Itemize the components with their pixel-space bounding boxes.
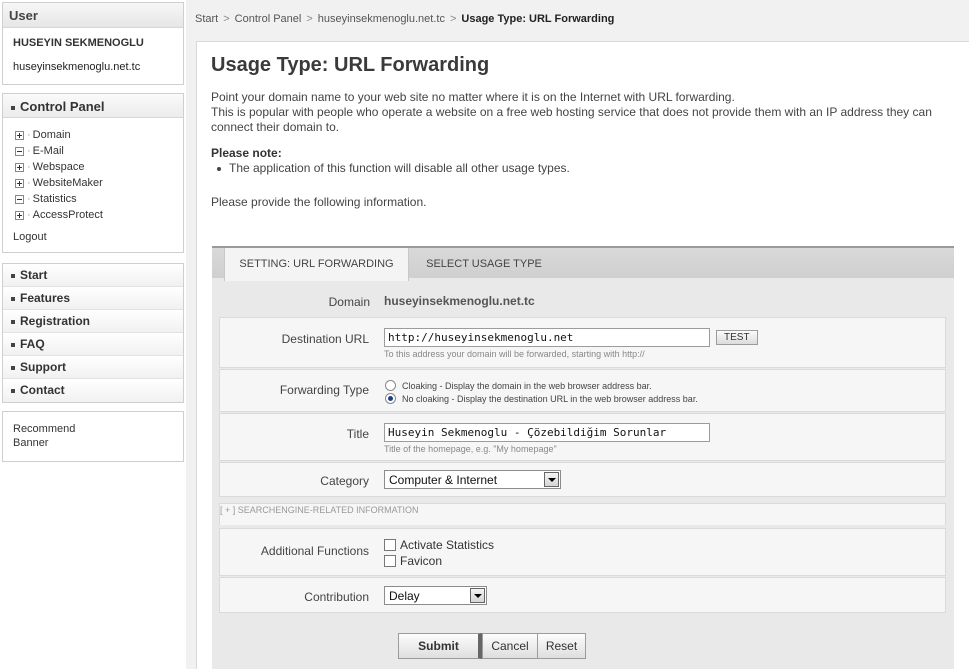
forwarding-row: Forwarding Type Cloaking - Display the d… [219, 369, 946, 412]
breadcrumb-start[interactable]: Start [195, 13, 218, 25]
title-row: Title Huseyin Sekmenoglu - Çözebildiğim … [219, 413, 946, 461]
bullet-icon [11, 105, 15, 110]
breadcrumb-separator: > [306, 13, 313, 25]
chevron-down-icon[interactable] [544, 472, 559, 487]
contribution-label: Contribution [304, 590, 369, 604]
statistics-checkbox[interactable] [384, 539, 396, 551]
breadcrumb-domain[interactable]: huseyinsekmenoglu.net.tc [318, 13, 445, 25]
tree-item-webspace[interactable]: · Webspace [15, 159, 103, 175]
user-box-header: User [3, 3, 183, 28]
form-buttons: Submit Cancel Reset [398, 633, 586, 659]
destination-url-input[interactable]: http://huseyinsekmenoglu.net [384, 328, 710, 347]
no-cloaking-radio[interactable] [385, 393, 396, 404]
test-button[interactable]: TEST [716, 330, 758, 345]
breadcrumb: Start > Control Panel > huseyinsekmenoglu.ne… [195, 13, 614, 25]
bullet-icon [11, 319, 15, 324]
breadcrumb-current: Usage Type: URL Forwarding [461, 13, 615, 25]
expand-icon[interactable] [15, 178, 24, 188]
domain-label: Domain [328, 295, 370, 309]
user-box: User HUSEYIN SEKMENOGLU huseyinsekmenogl… [2, 2, 184, 85]
bullet-icon [11, 296, 15, 301]
nav-item-start[interactable]: Start [3, 264, 183, 287]
bullet-icon [11, 273, 15, 278]
contribution-row: Contribution Delay [219, 577, 946, 613]
additional-label: Additional Functions [260, 544, 369, 558]
tree-item-websitemaker[interactable]: · WebsiteMaker [15, 175, 103, 191]
nav-item-faq[interactable]: FAQ [3, 333, 183, 356]
title-hint: Title of the homepage, e.g. "My homepage… [384, 444, 557, 454]
note-list: The application of this function will di… [217, 161, 570, 175]
tree-item-email[interactable]: · E-Mail [15, 143, 103, 159]
forwarding-label: Forwarding Type [279, 383, 369, 397]
bullet-icon [11, 365, 15, 370]
sidebar: User HUSEYIN SEKMENOGLU huseyinsekmenogl… [0, 0, 186, 669]
category-select[interactable]: Computer & Internet [384, 470, 561, 489]
page-title: Usage Type: URL Forwarding [211, 54, 490, 76]
cloaking-option[interactable]: Cloaking - Display the domain in the web… [385, 379, 698, 392]
category-row: Category Computer & Internet [219, 462, 946, 497]
expand-icon[interactable] [15, 162, 24, 172]
intro-text: Point your domain name to your web site … [211, 90, 932, 134]
logout-link[interactable]: Logout [13, 231, 47, 243]
submit-button[interactable]: Submit [398, 633, 482, 659]
title-input[interactable]: Huseyin Sekmenoglu - Çözebildiğim Sorunl… [384, 423, 710, 442]
nav-item-contact[interactable]: Contact [3, 379, 183, 402]
user-domain[interactable]: huseyinsekmenoglu.net.tc [13, 61, 140, 73]
collapse-icon[interactable] [15, 146, 24, 156]
provide-text: Please provide the following information… [211, 195, 427, 209]
title-label: Title [346, 427, 369, 441]
reset-button[interactable]: Reset [538, 633, 586, 659]
destination-hint: To this address your domain will be forw… [384, 349, 645, 359]
destination-row: Destination URL http://huseyinsekmenoglu… [219, 317, 946, 368]
favicon-option[interactable]: Favicon [384, 553, 494, 569]
nav-box: Start Features Registration FAQ Support … [2, 263, 184, 403]
bullet-icon [11, 388, 15, 393]
tab-select-usage-type[interactable]: SELECT USAGE TYPE [409, 248, 559, 280]
nav-item-support[interactable]: Support [3, 356, 183, 379]
contribution-select[interactable]: Delay [384, 586, 487, 605]
extras-box: Recommend Banner [2, 411, 184, 462]
searchengine-toggle[interactable]: [ + ] SEARCHENGINE-RELATED INFORMATION [220, 505, 418, 515]
collapse-icon[interactable] [15, 194, 24, 204]
domain-value: huseyinsekmenoglu.net.tc [384, 294, 535, 308]
note-title: Please note: [211, 146, 282, 160]
control-panel-header[interactable]: Control Panel [3, 94, 183, 118]
expand-icon[interactable] [15, 210, 24, 220]
form-tabs: SETTING: URL FORWARDING SELECT USAGE TYP… [212, 246, 954, 281]
main-content: Usage Type: URL Forwarding Point your do… [196, 41, 969, 669]
breadcrumb-separator: > [449, 13, 457, 25]
cancel-button[interactable]: Cancel [482, 633, 538, 659]
bullet-icon [11, 342, 15, 347]
control-panel-box: Control Panel · Domain · E-Mail · Webspace … [2, 93, 184, 253]
nav-item-registration[interactable]: Registration [3, 310, 183, 333]
breadcrumb-separator: > [223, 13, 230, 25]
control-panel-tree: · Domain · E-Mail · Webspace · WebsiteMaker … [15, 127, 103, 223]
recommend-link[interactable]: Recommend [13, 422, 173, 436]
chevron-down-icon[interactable] [470, 588, 485, 603]
cloaking-radio[interactable] [385, 380, 396, 391]
tree-item-domain[interactable]: · Domain [15, 127, 103, 143]
breadcrumb-control-panel[interactable]: Control Panel [235, 13, 302, 25]
favicon-checkbox[interactable] [384, 555, 396, 567]
tree-item-statistics[interactable]: · Statistics [15, 191, 103, 207]
tab-setting-url-forwarding[interactable]: SETTING: URL FORWARDING [224, 248, 409, 281]
form-area: SETTING: URL FORWARDING SELECT USAGE TYP… [212, 246, 954, 669]
banner-link[interactable]: Banner [13, 436, 173, 450]
expand-icon[interactable] [15, 130, 24, 140]
nav-item-features[interactable]: Features [3, 287, 183, 310]
no-cloaking-option[interactable]: No cloaking - Display the destination UR… [385, 392, 698, 405]
domain-row: Domain huseyinsekmenoglu.net.tc [219, 286, 946, 314]
category-label: Category [320, 474, 369, 488]
user-name: HUSEYIN SEKMENOGLU [13, 37, 144, 49]
statistics-option[interactable]: Activate Statistics [384, 537, 494, 553]
tree-item-accessprotect[interactable]: · AccessProtect [15, 207, 103, 223]
additional-row: Additional Functions Activate Statistics… [219, 528, 946, 576]
destination-label: Destination URL [281, 332, 369, 346]
note-item: The application of this function will di… [229, 161, 570, 175]
